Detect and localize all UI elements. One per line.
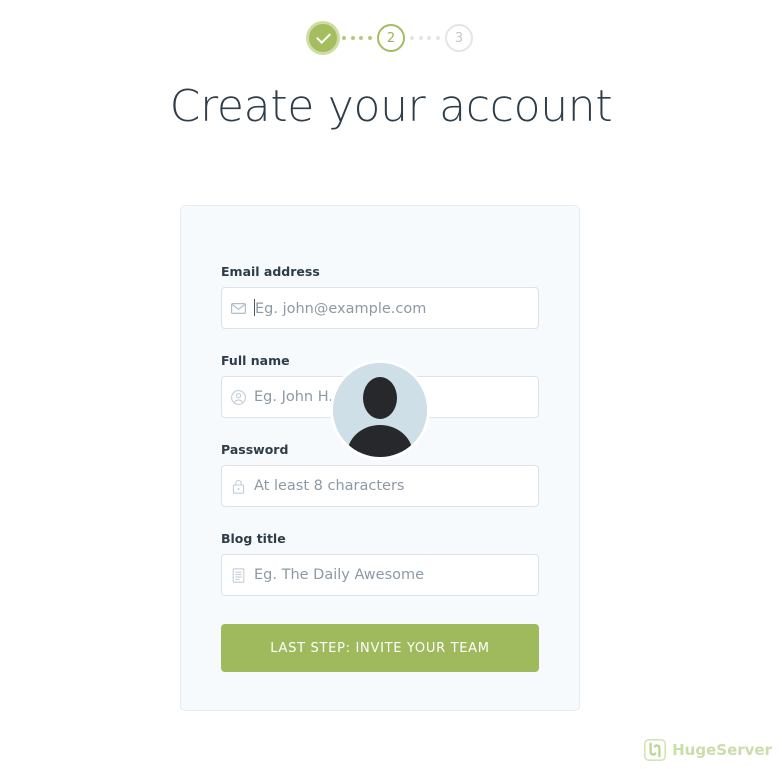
user-avatar-placeholder-icon [333,363,427,457]
password-field[interactable]: At least 8 characters [221,465,539,507]
watermark: HugeServer [644,739,772,761]
email-input-placeholder[interactable]: Eg. john@example.com [254,299,426,317]
field-group-blog-title: Blog title Eg. The Daily Awesome [221,531,539,596]
submit-button[interactable]: LAST STEP: INVITE YOUR TEAM [221,624,539,672]
envelope-icon [222,302,254,314]
blog-title-field[interactable]: Eg. The Daily Awesome [221,554,539,596]
step-3-upcoming[interactable]: 3 [445,24,473,52]
watermark-text: HugeServer [672,741,772,759]
email-label: Email address [221,264,320,279]
connector-dot [418,36,423,40]
signup-form: Email address Eg. john@example.com Full … [221,264,539,672]
signup-stepper: 2 3 [0,0,782,55]
avatar[interactable] [330,360,430,460]
email-placeholder-text: Eg. john@example.com [255,301,427,317]
email-field[interactable]: Eg. john@example.com [221,287,539,329]
blog-title-input-placeholder[interactable]: Eg. The Daily Awesome [254,567,424,583]
connector-dot [350,36,355,40]
connector-dot [367,36,372,40]
connector-dot [359,36,364,40]
connector-dot [435,36,440,40]
user-circle-icon [222,389,254,405]
connector-dot [342,36,346,40]
step-connector-2 [410,36,440,40]
check-icon [315,29,331,45]
step-3-label: 3 [454,30,464,46]
password-input-placeholder[interactable]: At least 8 characters [254,478,404,494]
step-2-current[interactable]: 2 [377,24,405,52]
field-group-email: Email address Eg. john@example.com [221,264,539,329]
step-connector-1 [342,36,372,40]
connector-dot [410,36,414,40]
step-2-label: 2 [386,30,396,46]
lock-icon [222,479,254,494]
connector-dot [427,36,432,40]
blog-title-label: Blog title [221,531,286,546]
page-title: Create your account [169,81,613,132]
signup-card: Email address Eg. john@example.com Full … [180,205,580,711]
step-1-completed[interactable] [309,24,337,52]
document-icon [222,567,254,583]
hugeserver-logo-icon [644,739,667,761]
